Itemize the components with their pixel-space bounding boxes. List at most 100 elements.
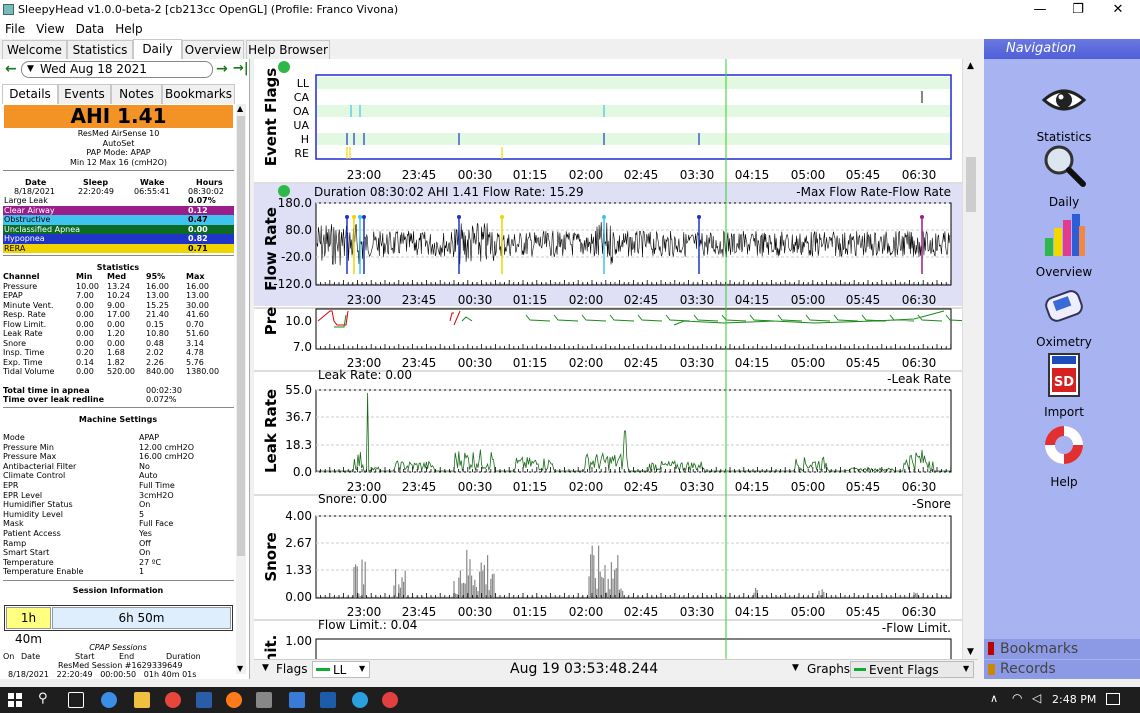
graph-scroll-thumb[interactable] bbox=[966, 157, 976, 212]
menu-file[interactable]: File bbox=[0, 20, 31, 36]
graph-scroll-up-icon[interactable]: ▲ bbox=[967, 61, 974, 71]
flag-row-band bbox=[317, 133, 950, 145]
app-icon bbox=[3, 4, 14, 15]
menu-help[interactable]: Help bbox=[110, 20, 148, 36]
details-scrollbar[interactable]: ▲ ▼ bbox=[236, 104, 246, 674]
time-tick-label: 03:30 bbox=[680, 293, 715, 307]
statistics-cell: Leak Rate bbox=[3, 329, 43, 338]
close-icon[interactable]: ✕ bbox=[1098, 0, 1138, 20]
tab-statistics[interactable]: Statistics bbox=[67, 40, 133, 59]
statistics-cell: 10.00 bbox=[76, 281, 99, 291]
nav-help[interactable]: Help bbox=[1024, 422, 1104, 489]
notifications-icon[interactable] bbox=[1106, 693, 1120, 705]
sleepyhead-taskbar-icon[interactable] bbox=[256, 692, 272, 708]
ll-selector[interactable]: LL ▼ bbox=[312, 661, 370, 678]
graphs-canvas[interactable]: LLCAOAUAHRE Event Flags 23:00 23:45 00:30 01:… bbox=[254, 59, 978, 659]
scroll-up-icon[interactable]: ▲ bbox=[237, 104, 243, 113]
flow-event-dot bbox=[500, 215, 504, 219]
time-tick-label: 00:30 bbox=[458, 480, 493, 494]
time-tick-label: 00:30 bbox=[458, 356, 493, 370]
statistics-cell: Min bbox=[76, 272, 93, 281]
setting-row: Smart Start On bbox=[3, 548, 233, 558]
leak-rate-tick: 0.0 bbox=[293, 465, 312, 479]
maximize-icon[interactable]: ❐ bbox=[1058, 0, 1098, 20]
edge-icon[interactable] bbox=[101, 692, 117, 708]
nav-oximetry[interactable]: Oximetry bbox=[1024, 282, 1104, 349]
statistics-cell: 0.20 bbox=[76, 348, 94, 357]
statistics-row: Insp. Time 0.20 1.68 2.02 4.78 bbox=[3, 348, 233, 358]
statistics-cell: 3.14 bbox=[186, 338, 204, 348]
date-picker[interactable]: ▼ Wed Aug 18 2021 bbox=[21, 61, 213, 78]
snore-tick: 0.00 bbox=[285, 590, 312, 604]
statistics-cell: 840.00 bbox=[146, 367, 174, 376]
nav-statistics[interactable]: Statistics bbox=[1024, 77, 1104, 144]
time-tick-label: 05:00 bbox=[791, 356, 826, 370]
nav-records[interactable]: Records bbox=[984, 660, 1140, 679]
details-scroll-thumb[interactable] bbox=[237, 116, 245, 556]
task-view-icon[interactable] bbox=[68, 692, 84, 708]
statistics-cell: Insp. Time bbox=[3, 348, 45, 357]
tab-bookmarks[interactable]: Bookmarks bbox=[162, 84, 235, 104]
tab-help-browser[interactable]: Help Browser bbox=[246, 40, 330, 59]
nav-bookmarks[interactable]: Bookmarks bbox=[984, 639, 1140, 659]
tab-overview[interactable]: Overview bbox=[182, 40, 244, 59]
session-segment-2[interactable]: 6h 50m bbox=[52, 607, 231, 629]
setting-name: Temperature bbox=[3, 557, 54, 567]
time-tick-label: 02:00 bbox=[569, 605, 604, 619]
flag-row-band bbox=[317, 105, 950, 117]
firefox-icon[interactable] bbox=[226, 692, 242, 708]
chrome-icon[interactable] bbox=[165, 692, 181, 708]
nav-overview[interactable]: Overview bbox=[1024, 212, 1104, 279]
taskbar-clock[interactable]: 2:48 PM bbox=[1052, 693, 1096, 706]
menu-data[interactable]: Data bbox=[71, 20, 111, 36]
tab-daily[interactable]: Daily bbox=[133, 39, 182, 59]
pap-mode: PAP Mode: APAP bbox=[86, 148, 151, 157]
graphs-button[interactable]: Graphs bbox=[807, 662, 850, 676]
time-tick-label: 01:15 bbox=[513, 480, 548, 494]
graphs-scrollbar[interactable]: ▲ ▼ bbox=[962, 59, 978, 659]
tab-welcome[interactable]: Welcome bbox=[2, 40, 67, 59]
tab-details[interactable]: Details bbox=[2, 84, 58, 104]
graph-scroll-down-icon[interactable]: ▼ bbox=[967, 647, 974, 657]
statistics-cell: 0.48 bbox=[146, 338, 164, 348]
flags-button[interactable]: Flags bbox=[276, 662, 307, 676]
tab-events[interactable]: Events bbox=[58, 84, 111, 104]
minimize-icon[interactable]: — bbox=[1020, 0, 1060, 20]
volume-icon[interactable]: ◁ bbox=[1032, 691, 1041, 705]
opera-taskbar-icon[interactable] bbox=[382, 692, 398, 708]
tab-notes[interactable]: Notes bbox=[111, 84, 162, 104]
nav-records-label: Records bbox=[1000, 661, 1056, 677]
next-day-icon[interactable]: → bbox=[216, 61, 228, 77]
event-rate-value: 0.07% bbox=[188, 196, 216, 205]
nav-daily[interactable]: Daily bbox=[1024, 142, 1104, 209]
setting-name: Ramp bbox=[3, 538, 27, 548]
app-taskbar-icon[interactable] bbox=[289, 692, 305, 708]
chevron-up-icon[interactable]: ∧ bbox=[990, 692, 998, 705]
setting-name: Climate Control bbox=[3, 471, 66, 481]
pressure-title: Pre bbox=[262, 307, 280, 336]
nav-help-label: Help bbox=[1050, 475, 1078, 489]
browser-taskbar-icon[interactable] bbox=[352, 692, 368, 708]
photos-taskbar-icon[interactable] bbox=[320, 692, 336, 708]
date-navigation: ← ▼ Wed Aug 18 2021 → →| bbox=[0, 61, 250, 81]
flow-limit-title: nit. bbox=[262, 635, 280, 659]
windows-start-icon[interactable] bbox=[8, 693, 22, 707]
file-explorer-icon[interactable] bbox=[134, 692, 150, 708]
session-segment-1[interactable]: 1h 40m bbox=[6, 607, 51, 646]
wifi-icon[interactable]: ◠ bbox=[1012, 691, 1022, 705]
statistics-cell: 10.80 bbox=[146, 329, 169, 338]
flow-event-dot bbox=[345, 215, 349, 219]
word-icon[interactable] bbox=[196, 692, 212, 708]
setting-value: No bbox=[139, 461, 150, 471]
prev-day-icon[interactable]: ← bbox=[5, 61, 17, 77]
last-day-icon[interactable]: →| bbox=[233, 61, 249, 76]
statistics-cell: 0.00 bbox=[76, 319, 94, 329]
search-icon[interactable]: ⚲ bbox=[38, 691, 48, 706]
machine-settings-title: Machine Settings bbox=[78, 415, 158, 424]
scroll-down-icon[interactable]: ▼ bbox=[237, 664, 243, 673]
menu-view[interactable]: View bbox=[31, 20, 70, 36]
setting-row: Humidifier Status On bbox=[3, 500, 233, 510]
event-flags-selector[interactable]: Event Flags ▼ bbox=[850, 661, 974, 678]
nav-import[interactable]: SD Import bbox=[1024, 352, 1104, 419]
time-tick-label: 05:00 bbox=[791, 293, 826, 307]
